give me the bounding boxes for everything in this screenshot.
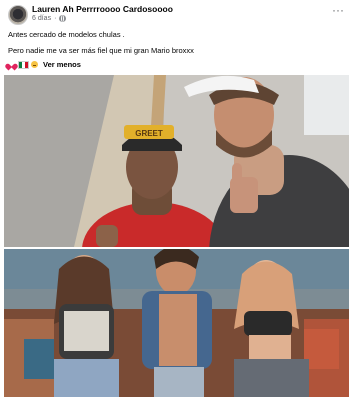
laughing-face-emoji <box>31 61 38 68</box>
post-meta: 6 días · <box>32 15 67 22</box>
post-photo-2[interactable] <box>4 249 349 397</box>
caption-line-1: Antes cercado de modelos chulas . <box>8 30 125 39</box>
heart-emoji <box>8 61 16 68</box>
caption-line-2: Pero nadie me va ser más fiel que mi gra… <box>8 46 194 55</box>
author-name[interactable]: Lauren Ah Perrrroooo Cardosoooo <box>32 4 173 14</box>
models-illustration <box>4 249 349 397</box>
more-options-icon[interactable]: ··· <box>332 4 344 16</box>
mexico-flag-emoji <box>18 60 29 69</box>
globe-icon <box>59 15 67 22</box>
see-less-link[interactable]: Ver menos <box>43 60 81 69</box>
caption-line-3: Ver menos <box>8 60 81 69</box>
cap-text: GREET <box>135 129 163 138</box>
post-photo-1[interactable]: GREET <box>4 75 349 247</box>
selfie-illustration: GREET <box>4 75 349 247</box>
post-time[interactable]: 6 días <box>32 15 51 22</box>
post-header: Lauren Ah Perrrroooo Cardosoooo 6 días ·… <box>0 0 350 26</box>
author-avatar[interactable] <box>8 5 28 25</box>
